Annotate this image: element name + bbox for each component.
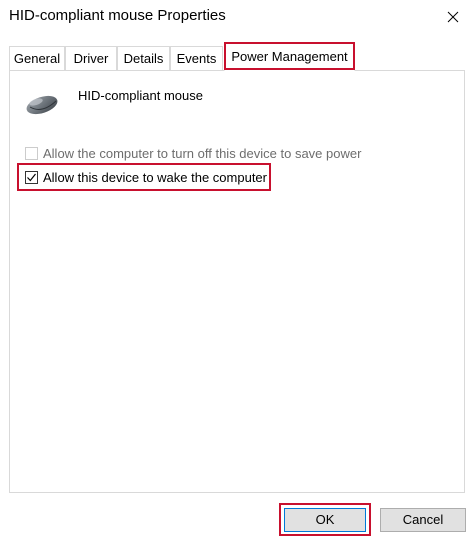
device-name: HID-compliant mouse — [78, 88, 203, 103]
tab-driver[interactable]: Driver — [65, 46, 117, 70]
window-title: HID-compliant mouse Properties — [9, 7, 226, 24]
tab-details[interactable]: Details — [117, 46, 170, 70]
properties-dialog: HID-compliant mouse Properties General D… — [0, 0, 474, 541]
turn-off-label: Allow the computer to turn off this devi… — [43, 145, 362, 161]
checkmark-icon — [27, 173, 36, 181]
close-button[interactable] — [432, 0, 474, 34]
tab-events[interactable]: Events — [170, 46, 223, 70]
cancel-button[interactable]: Cancel — [380, 508, 466, 532]
turn-off-checkbox[interactable] — [25, 146, 38, 160]
title-bar: HID-compliant mouse Properties — [0, 0, 474, 36]
close-icon — [447, 11, 459, 23]
wake-option[interactable]: Allow this device to wake the computer — [25, 168, 267, 186]
wake-label: Allow this device to wake the computer — [43, 169, 267, 185]
wake-checkbox[interactable] — [25, 170, 38, 184]
ok-button[interactable]: OK — [284, 508, 366, 532]
tab-general[interactable]: General — [9, 46, 65, 70]
tab-power-management[interactable]: Power Management — [224, 43, 355, 71]
mouse-icon — [26, 95, 58, 115]
tab-panel — [9, 70, 465, 493]
turn-off-option: Allow the computer to turn off this devi… — [25, 144, 361, 162]
